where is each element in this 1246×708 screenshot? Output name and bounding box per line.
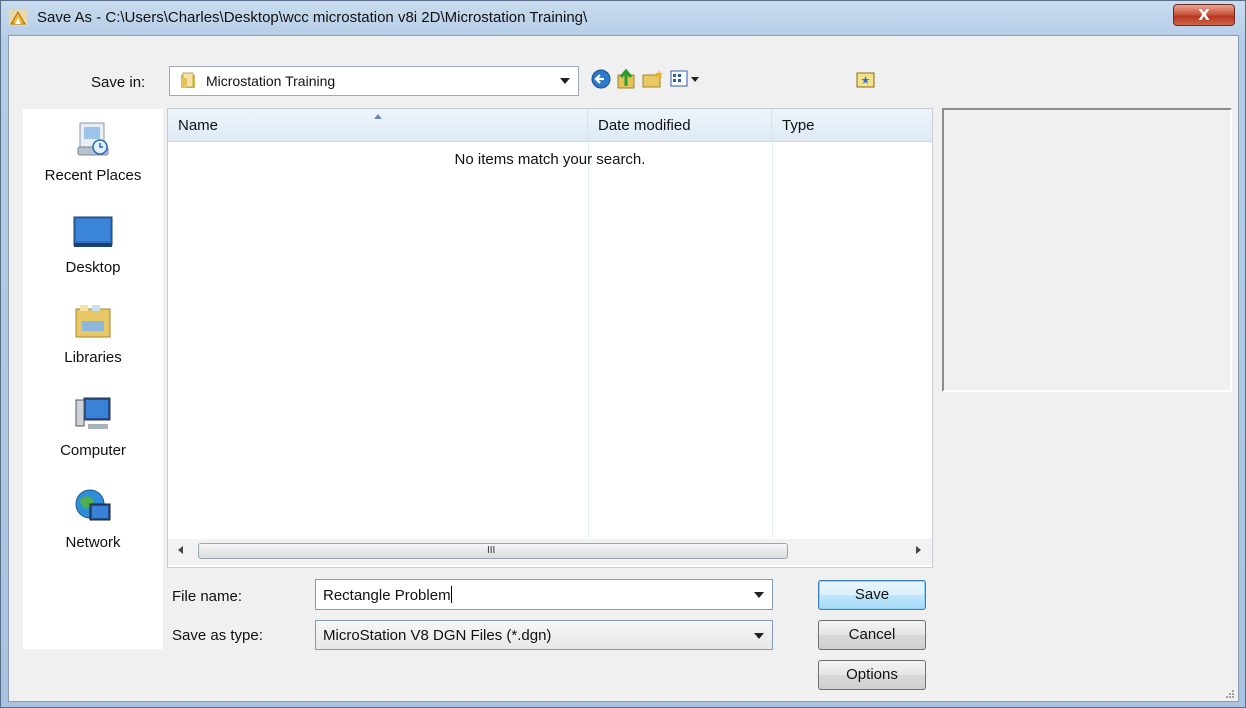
desktop-icon	[73, 216, 113, 247]
column-divider	[772, 141, 773, 537]
scroll-grip: III	[487, 545, 496, 556]
place-label: Computer	[60, 442, 126, 459]
save-as-type-value: MicroStation V8 DGN Files (*.dgn)	[323, 627, 552, 644]
close-button[interactable]: X	[1173, 4, 1235, 26]
column-divider	[588, 141, 589, 537]
sort-ascending-icon	[374, 114, 382, 119]
empty-message: No items match your search.	[454, 151, 646, 168]
file-name-input[interactable]: Rectangle Problem	[315, 579, 773, 610]
chevron-down-icon[interactable]	[754, 592, 764, 598]
save-as-type-label: Save as type:	[172, 627, 263, 644]
extra-folder-icon[interactable]	[854, 66, 878, 92]
scroll-right-icon[interactable]	[916, 546, 921, 554]
save-as-type-dropdown[interactable]: MicroStation V8 DGN Files (*.dgn)	[315, 620, 773, 650]
preview-pane	[942, 108, 1232, 392]
window-title: Save As - C:\Users\Charles\Desktop\wcc m…	[37, 9, 588, 26]
file-list[interactable]: Name Date modified Type No items match y…	[167, 108, 933, 568]
column-header-type[interactable]: Type	[772, 109, 932, 141]
horizontal-scrollbar[interactable]: III	[168, 539, 932, 565]
place-label: Desktop	[65, 259, 121, 276]
options-button[interactable]: Options	[818, 660, 926, 690]
libraries-icon	[75, 305, 111, 338]
save-button[interactable]: Save	[818, 580, 926, 610]
place-label: Network	[65, 534, 121, 551]
file-name-label: File name:	[172, 588, 243, 605]
resize-grip-icon[interactable]	[1224, 688, 1234, 698]
microstation-app-icon	[9, 10, 27, 26]
new-folder-icon[interactable]	[641, 66, 665, 92]
dialog-body: Save in: Microstation Training Recent Pl…	[8, 35, 1239, 702]
chevron-down-icon	[754, 633, 764, 639]
place-label: Libraries	[64, 349, 122, 366]
place-computer[interactable]: Computer	[23, 392, 163, 459]
close-icon: X	[1198, 6, 1210, 24]
text-caret	[450, 586, 452, 603]
save-in-value: Microstation Training	[206, 73, 336, 89]
computer-icon	[75, 397, 111, 429]
place-network[interactable]: Network	[23, 484, 163, 551]
save-in-dropdown[interactable]: Microstation Training	[169, 66, 579, 96]
places-bar: Recent Places Desktop Libraries Computer…	[23, 109, 163, 649]
network-icon	[75, 489, 111, 521]
cancel-button[interactable]: Cancel	[818, 620, 926, 650]
save-in-label: Save in:	[91, 74, 146, 91]
column-header-date-modified[interactable]: Date modified	[588, 109, 772, 141]
place-label: Recent Places	[44, 167, 142, 184]
title-bar[interactable]: Save As - C:\Users\Charles\Desktop\wcc m…	[1, 1, 1245, 35]
save-as-dialog: Save As - C:\Users\Charles\Desktop\wcc m…	[0, 0, 1246, 708]
place-desktop[interactable]: Desktop	[23, 209, 163, 276]
scroll-thumb[interactable]: III	[198, 543, 788, 559]
file-name-value: Rectangle Problem	[323, 587, 451, 604]
folder-icon	[181, 72, 195, 88]
place-recent-places[interactable]: Recent Places	[23, 117, 163, 184]
up-folder-icon[interactable]	[615, 66, 639, 92]
place-libraries[interactable]: Libraries	[23, 299, 163, 366]
back-icon[interactable]	[589, 66, 613, 92]
recent-places-icon	[77, 122, 109, 156]
scroll-left-icon[interactable]	[178, 546, 183, 554]
file-list-header: Name Date modified Type	[168, 109, 932, 142]
chevron-down-icon	[560, 78, 570, 84]
view-menu-icon[interactable]	[669, 66, 703, 92]
